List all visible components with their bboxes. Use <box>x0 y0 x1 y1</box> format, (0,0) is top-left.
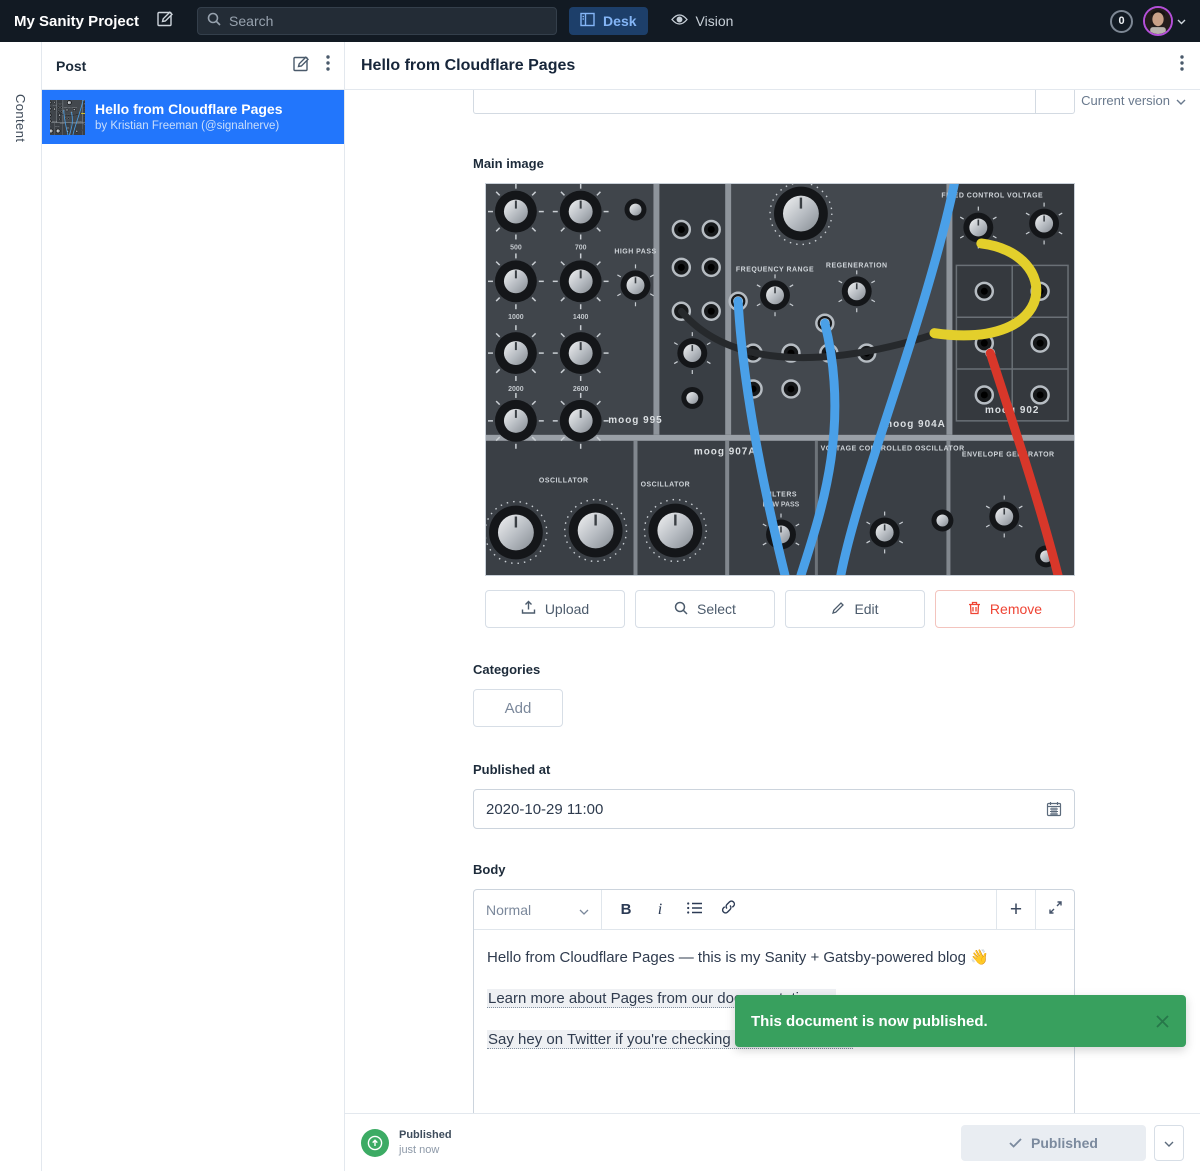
image-action-buttons: Upload Select <box>485 590 1075 628</box>
check-icon <box>1009 1135 1022 1151</box>
link-button[interactable] <box>712 894 744 926</box>
notification-badge[interactable]: 0 <box>1110 10 1133 33</box>
document-subtitle: by Kristian Freeman (@signalnerve) <box>95 119 282 134</box>
document-footer: Published just now Published <box>345 1113 1200 1171</box>
pane-menu-button[interactable] <box>326 55 330 76</box>
publish-time-text: just now <box>399 1143 452 1157</box>
editor-pane: Hello from Cloudflare Pages Current vers… <box>345 42 1200 1171</box>
document-list-pane: Post Hello from Cloudflare Pa <box>42 42 345 1171</box>
avatar <box>1143 6 1173 36</box>
compose-icon <box>157 10 174 32</box>
link-icon <box>721 900 736 919</box>
remove-label: Remove <box>990 601 1042 617</box>
clipped-field-input[interactable] <box>473 90 1075 114</box>
user-menu[interactable] <box>1143 6 1186 36</box>
content-rail-label: Content <box>13 94 28 142</box>
search-icon <box>674 601 688 618</box>
eye-icon <box>671 13 688 29</box>
calendar-icon[interactable] <box>1046 801 1062 817</box>
select-label: Select <box>697 601 736 617</box>
upload-label: Upload <box>545 601 589 617</box>
upload-button[interactable]: Upload <box>485 590 625 628</box>
kebab-menu-icon <box>326 55 330 76</box>
text-style-select[interactable]: Normal <box>474 890 602 929</box>
chevron-down-icon <box>1164 1134 1174 1152</box>
editor-header: Hello from Cloudflare Pages <box>345 42 1200 90</box>
italic-button[interactable]: i <box>644 894 676 926</box>
document-title: Hello from Cloudflare Pages <box>95 100 282 118</box>
toast-message: This document is now published. <box>751 1013 988 1030</box>
tab-desk-label: Desk <box>603 13 636 29</box>
publish-status-text: Published <box>399 1128 452 1142</box>
search-input[interactable] <box>229 13 547 29</box>
page-title: Hello from Cloudflare Pages <box>361 57 1180 75</box>
body-paragraph: Hello from Cloudflare Pages — this is my… <box>487 947 1061 969</box>
tab-vision[interactable]: Vision <box>660 8 745 34</box>
bullet-list-icon <box>687 901 702 919</box>
trash-icon <box>968 601 981 618</box>
kebab-menu-icon <box>1180 55 1184 76</box>
body-label: Body <box>473 862 1075 877</box>
publish-button-label: Published <box>1031 1135 1098 1151</box>
main-image-preview[interactable] <box>485 183 1075 576</box>
editor-toolbar: Normal B i <box>474 890 1074 930</box>
remove-button[interactable]: Remove <box>935 590 1075 628</box>
content-rail[interactable]: Content <box>0 42 42 1171</box>
publish-toast: This document is now published. <box>735 995 1186 1047</box>
categories-label: Categories <box>473 662 1075 677</box>
close-icon[interactable] <box>1155 1014 1170 1029</box>
chevron-down-icon <box>1176 93 1186 108</box>
editor-scroll-area: Current version Main image <box>345 90 1200 1113</box>
bullet-list-button[interactable] <box>678 894 710 926</box>
document-menu-button[interactable] <box>1180 55 1184 76</box>
published-at-field <box>473 789 1075 829</box>
search-icon <box>207 12 221 31</box>
bold-button[interactable]: B <box>610 894 642 926</box>
list-item[interactable]: Hello from Cloudflare Pages by Kristian … <box>42 90 344 144</box>
fullscreen-button[interactable] <box>1035 890 1074 929</box>
project-title: My Sanity Project <box>14 13 139 30</box>
compose-icon <box>293 55 310 77</box>
add-category-button[interactable]: Add <box>473 689 563 727</box>
edit-button[interactable]: Edit <box>785 590 925 628</box>
insert-block-button[interactable]: + <box>996 890 1035 929</box>
pencil-icon <box>831 601 845 618</box>
published-status-icon <box>361 1129 389 1157</box>
publish-menu-button[interactable] <box>1154 1125 1184 1161</box>
tab-desk[interactable]: Desk <box>569 7 647 35</box>
tab-vision-label: Vision <box>696 13 734 29</box>
desk-icon <box>580 12 595 30</box>
publish-button[interactable]: Published <box>961 1125 1146 1161</box>
document-thumbnail <box>50 100 85 135</box>
version-selector[interactable]: Current version <box>1081 93 1186 108</box>
new-document-button[interactable] <box>293 55 310 77</box>
chevron-down-icon <box>579 902 589 918</box>
main-image-label: Main image <box>473 156 1075 171</box>
search-field[interactable] <box>197 7 557 35</box>
compose-button[interactable] <box>151 7 179 35</box>
expand-icon <box>1049 901 1062 919</box>
published-at-input[interactable] <box>486 801 1046 818</box>
published-at-label: Published at <box>473 762 1075 777</box>
select-button[interactable]: Select <box>635 590 775 628</box>
text-style-value: Normal <box>486 902 531 918</box>
upload-icon <box>521 600 536 618</box>
chevron-down-icon <box>1177 12 1186 30</box>
version-label: Current version <box>1081 93 1170 108</box>
top-navbar: My Sanity Project Desk <box>0 0 1200 42</box>
edit-label: Edit <box>854 601 878 617</box>
pane-title: Post <box>56 58 277 74</box>
list-pane-header: Post <box>42 42 344 90</box>
